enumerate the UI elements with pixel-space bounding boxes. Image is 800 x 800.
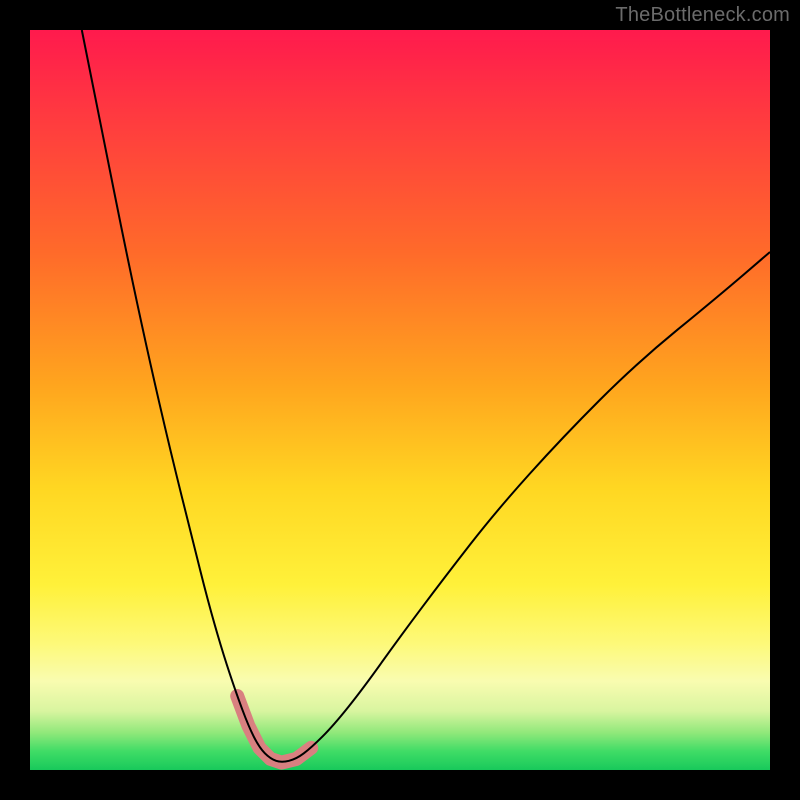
plot-area: [30, 30, 770, 770]
watermark-text: TheBottleneck.com: [615, 4, 790, 27]
chart-stage: TheBottleneck.com: [0, 0, 800, 800]
curve-svg: [30, 30, 770, 770]
optimum-highlight: [237, 696, 311, 763]
bottleneck-curve: [82, 30, 770, 762]
